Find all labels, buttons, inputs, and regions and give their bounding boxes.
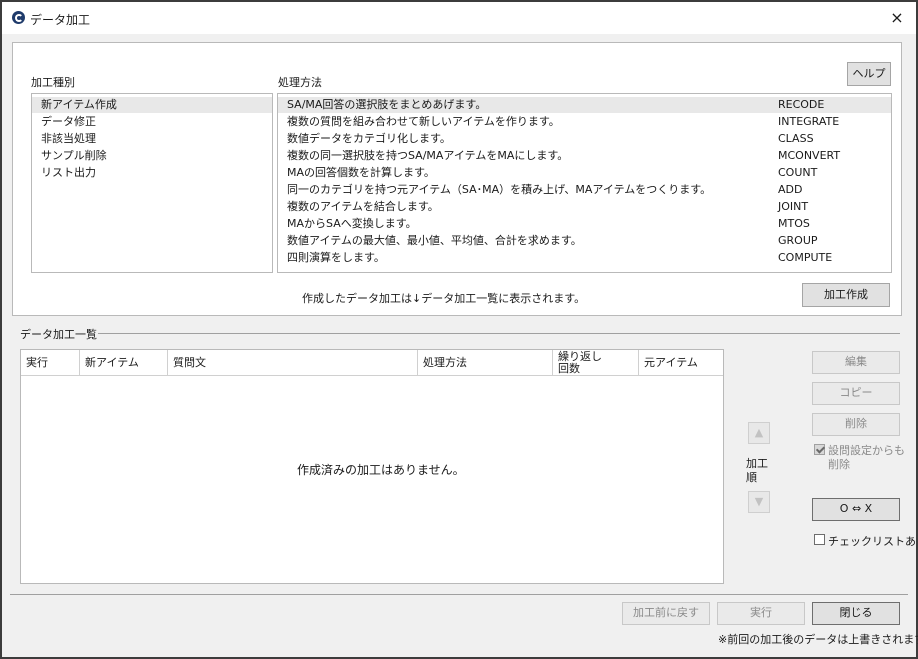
method-code: INTEGRATE [778,115,840,128]
method-code: GROUP [778,234,818,247]
column-count-label: 回数 [558,362,580,375]
method-row[interactable]: 複数の同一選択肢を持つSA/MAアイテムをMAにします。 MCONVERT [278,148,891,164]
execute-button[interactable]: 実行 [717,602,805,625]
method-code: MTOS [778,217,810,230]
method-description: 複数の質問を組み合わせて新しいアイテムを作ります。 [287,115,560,128]
method-description: 複数の同一選択肢を持つSA/MAアイテムをMAにします。 [287,149,569,162]
dialog-window: データ加工 × 加工種別 処理方法 ヘルプ 新アイテム作成 データ修正 非該当処… [0,0,918,659]
order-label-2: 順 [746,471,757,484]
processing-method-list[interactable]: SA/MA回答の選択肢をまとめあげます。 RECODE 複数の質問を組み合わせて… [277,93,892,273]
empty-list-message: 作成済みの加工はありません。 [297,463,465,477]
method-code: CLASS [778,132,814,145]
method-code: COUNT [778,166,818,179]
method-description: MAの回答個数を計算します。 [287,166,435,179]
arrow-up-icon: ▲ [754,426,764,439]
method-row[interactable]: 同一のカテゴリを持つ元アイテム（SA･MA）を積み上げ、MAアイテムをつくります… [278,182,891,198]
arrow-down-icon: ▼ [754,495,764,508]
title-bar: データ加工 × [2,2,916,34]
method-code: ADD [778,183,803,196]
method-code: RECODE [778,98,825,111]
method-row[interactable]: 複数の質問を組み合わせて新しいアイテムを作ります。 INTEGRATE [278,114,891,130]
method-description: 四則演算をします。 [287,251,385,264]
processing-type-list[interactable]: 新アイテム作成 データ修正 非該当処理 サンプル削除 リスト出力 [31,93,273,273]
column-source-item[interactable]: 元アイテム [639,350,723,376]
window-title: データ加工 [30,13,91,27]
footer-divider [10,594,908,595]
type-item-sample-delete[interactable]: サンプル削除 [32,148,272,164]
creation-note: 作成したデータ加工は↓データ加工一覧に表示されます。 [302,292,586,305]
processing-list-section-label: データ加工一覧 [20,328,97,341]
close-icon[interactable]: × [886,7,908,29]
create-processing-button[interactable]: 加工作成 [802,283,890,307]
type-item-nonapplicable[interactable]: 非該当処理 [32,131,272,147]
method-description: 数値アイテムの最大値、最小値、平均値、合計を求めます。 [287,234,582,247]
method-code: JOINT [778,200,809,213]
type-item-list-output[interactable]: リスト出力 [32,165,272,181]
method-description: 同一のカテゴリを持つ元アイテム（SA･MA）を積み上げ、MAアイテムをつくります… [287,183,712,196]
delete-from-settings-label-2: 削除 [828,458,850,471]
edit-button[interactable]: 編集 [812,351,900,374]
column-execute[interactable]: 実行 [21,350,80,376]
method-row[interactable]: 数値アイテムの最大値、最小値、平均値、合計を求めます。 GROUP [278,233,891,249]
method-row[interactable]: MAからSAへ変換します。 MTOS [278,216,891,232]
column-question[interactable]: 質問文 [168,350,418,376]
method-row[interactable]: 四則演算をします。 COMPUTE [278,250,891,266]
help-button[interactable]: ヘルプ [847,62,891,86]
method-code: COMPUTE [778,251,833,264]
delete-button[interactable]: 削除 [812,413,900,436]
swap-o-x-button[interactable]: O ⇔ X [812,498,900,521]
method-description: 複数のアイテムを結合します。 [287,200,439,213]
column-method[interactable]: 処理方法 [418,350,553,376]
processing-type-label: 加工種別 [31,76,75,89]
app-logo-icon [12,11,25,24]
close-button[interactable]: 閉じる [812,602,900,625]
processing-list-grid[interactable]: 実行 新アイテム 質問文 処理方法 繰り返し 回数 元アイテム 作成済みの加工は… [20,349,724,584]
method-code: MCONVERT [778,149,841,162]
delete-from-settings-checkbox[interactable] [814,444,825,455]
checklist-checkbox[interactable] [814,534,825,545]
method-description: MAからSAへ変換します。 [287,217,417,230]
revert-button[interactable]: 加工前に戻す [622,602,710,625]
move-down-button[interactable]: ▼ [748,491,770,513]
checklist-label: チェックリストあり [828,535,918,548]
method-row[interactable]: 複数のアイテムを結合します。 JOINT [278,199,891,215]
processing-method-label: 処理方法 [278,76,322,89]
method-description: SA/MA回答の選択肢をまとめあげます。 [287,98,487,111]
method-row[interactable]: MAの回答個数を計算します。 COUNT [278,165,891,181]
method-row[interactable]: SA/MA回答の選択肢をまとめあげます。 RECODE [278,97,891,113]
grid-header: 実行 新アイテム 質問文 処理方法 繰り返し 回数 元アイテム [21,350,723,376]
method-row[interactable]: 数値データをカテゴリ化します。 CLASS [278,131,891,147]
copy-button[interactable]: コピー [812,382,900,405]
processing-group: 加工種別 処理方法 ヘルプ 新アイテム作成 データ修正 非該当処理 サンプル削除… [12,42,902,316]
type-item-data-fix[interactable]: データ修正 [32,114,272,130]
column-new-item[interactable]: 新アイテム [80,350,168,376]
overwrite-note: ※前回の加工後のデータは上書きされます。 [718,633,918,646]
move-up-button[interactable]: ▲ [748,422,770,444]
column-repeat-count[interactable]: 繰り返し 回数 [553,350,639,376]
type-item-new-item[interactable]: 新アイテム作成 [32,97,272,113]
method-description: 数値データをカテゴリ化します。 [287,132,451,145]
section-divider [98,333,900,334]
